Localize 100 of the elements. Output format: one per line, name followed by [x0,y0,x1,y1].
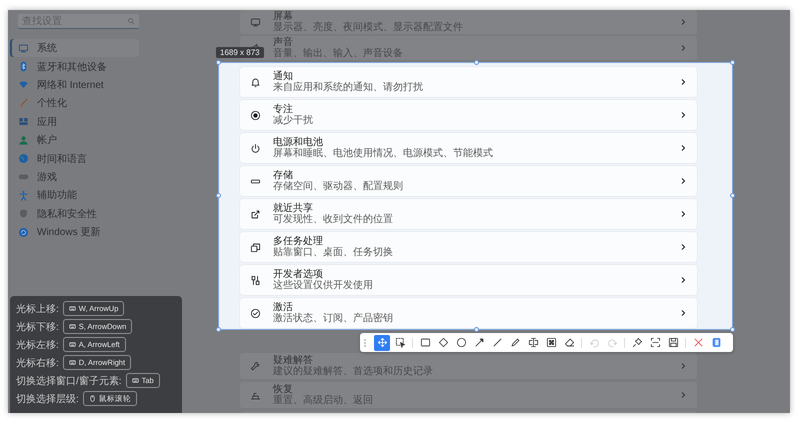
pin-icon [632,337,642,348]
shield-icon [18,208,29,220]
hint-label: 切换选择层级: [16,392,79,406]
chevron-icon [679,362,687,370]
nav-item[interactable]: 个性化 [10,94,139,113]
resize-handle[interactable] [730,193,735,198]
chevron-icon [679,276,687,284]
chevron-icon [679,391,687,399]
chevron-icon [679,177,687,185]
nav-item[interactable]: 辅助功能 [10,186,139,205]
text-icon [528,337,538,348]
resize-handle[interactable] [474,60,479,65]
card-title: 疑难解答 [273,355,313,366]
card-subtitle: 音量、输出、输入、声音设备 [273,48,403,59]
chevron-icon [679,309,687,317]
monitor-icon [250,16,261,28]
settings-card[interactable]: 恢复 重置、高级启动、返回 [240,382,697,408]
resize-handle[interactable] [216,193,221,198]
line-icon [492,337,502,348]
hint-label: 切换选择窗口/窗子元素: [16,374,122,388]
resize-handle[interactable] [216,60,221,65]
circle-icon [456,337,466,348]
card-title: 多任务处理 [273,236,323,247]
copy-icon [710,337,722,348]
redo-icon [606,337,618,348]
close-icon [692,337,704,348]
window-select-icon [394,337,406,348]
resize-handle[interactable] [474,327,479,332]
hint-label: 光标下移: [16,320,59,334]
settings-card[interactable]: 就近共享 可发现性、收到文件的位置 [240,199,697,229]
settings-card[interactable]: 疑难解答 建议的疑难解答、首选项和历史记录 [240,353,697,379]
hint-label: 光标右移: [16,356,59,370]
eraser-icon [564,337,574,348]
settings-card[interactable]: 存储 存储空间、驱动器、配置规则 [240,166,697,196]
settings-card[interactable]: 多任务处理 贴靠窗口、桌面、任务切换 [240,232,697,262]
accessibility-icon [18,190,29,201]
card-subtitle: 显示器、亮度、夜间模式、显示器配置文件 [273,22,463,33]
resize-handle[interactable] [730,327,735,332]
resize-handle[interactable] [730,60,735,65]
keyboard-icon [132,377,139,384]
chevron-icon [679,44,687,52]
settings-card[interactable]: 激活 激活状态、订阅、产品密钥 [240,298,697,328]
card-title: 开发者选项 [273,269,323,280]
chevron-icon [679,111,687,119]
mosaic-icon [546,337,556,348]
undo-icon [588,337,600,348]
check-circle-icon [250,308,261,318]
card-title: 激活 [273,302,293,313]
chevron-icon [679,144,687,152]
bluetooth-icon [18,61,29,72]
card-subtitle: 贴靠窗口、桌面、任务切换 [273,247,393,258]
card-title: 就近共享 [273,203,313,214]
settings-card[interactable]: 通知 来自应用和系统的通知、请勿打扰 [240,67,697,97]
keyboard-icon [68,341,76,348]
tools-icon [250,274,261,286]
settings-card[interactable]: 专注 减少干扰 [240,100,697,130]
chevron-icon [679,210,687,218]
card-subtitle: 存储空间、驱动器、配置规则 [273,181,403,192]
resize-handle[interactable] [216,327,221,332]
card-subtitle: 可发现性、收到文件的位置 [273,214,393,225]
card-subtitle: 这些设置仅供开发使用 [273,280,373,291]
nav-item[interactable]: 隐私和安全性 [10,204,139,223]
person-icon [18,134,29,146]
settings-card[interactable]: 电源和电池 屏幕和睡眠、电池使用情况、电源模式、节能模式 [240,133,697,163]
keyboard-icon [68,359,76,366]
nav-item[interactable]: 网络和 Internet [10,76,139,94]
card-title: 恢复 [273,384,293,395]
nav-item[interactable]: 游戏 [10,168,139,186]
nav-item[interactable]: Windows 更新 [10,222,139,242]
wrench-icon [250,360,261,372]
power-icon [250,142,261,154]
pencil-icon [510,337,520,348]
settings-card[interactable]: 开发者选项 这些设置仅供开发使用 [240,265,697,295]
scan-icon [650,337,660,348]
card-title: 专注 [273,104,293,115]
globe-icon [18,153,29,164]
monitor-icon [18,42,29,54]
chevron-icon [679,243,687,251]
card-title: 存储 [273,170,293,181]
size-label: 1689 x 873 [216,47,264,58]
chevron-icon [679,78,687,86]
card-title: 屏幕 [273,11,293,22]
nav-item[interactable]: 帐户 [10,130,139,150]
card-subtitle: 重置、高级启动、返回 [273,395,373,406]
windows-icon [250,242,261,252]
nav-item[interactable]: 时间和语言 [10,149,139,168]
arrow-icon [474,337,484,348]
nav-item[interactable]: 系统 [10,39,139,58]
nav-item[interactable]: 应用 [10,112,139,131]
save-icon [668,337,678,348]
card-subtitle: 减少干扰 [273,115,313,126]
nav-item[interactable]: 蓝牙和其他设备 [10,57,139,76]
card-subtitle: 激活状态、订阅、产品密钥 [273,313,393,324]
selection-frame[interactable] [218,62,733,330]
card-subtitle: 来自应用和系统的通知、请勿打扰 [273,82,423,93]
card-title: 通知 [273,71,293,82]
settings-card[interactable]: 屏幕 显示器、亮度、夜间模式、显示器配置文件 [240,10,697,34]
card-subtitle: 屏幕和睡眠、电池使用情况、电源模式、节能模式 [273,148,493,159]
keyboard-icon [68,305,76,312]
brush-icon [18,98,29,109]
